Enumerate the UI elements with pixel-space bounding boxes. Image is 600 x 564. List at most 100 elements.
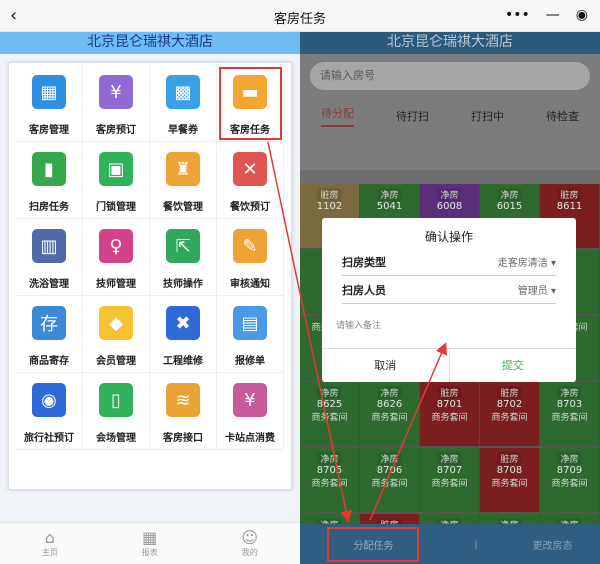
status-tab[interactable]: 待检查 — [546, 108, 579, 124]
venue-icon: ▯ — [99, 383, 133, 417]
room-tile[interactable]: 脏房 8701 商务套间 — [420, 382, 480, 446]
dining-icon: ♜ — [166, 152, 200, 186]
grid-item-label: 审核通知 — [230, 279, 270, 290]
status-tab[interactable]: 待打扫 — [396, 108, 429, 124]
travel-icon: ◉ — [32, 383, 66, 417]
room-number: 5041 — [376, 201, 403, 212]
dialog-buttons: 取消 提交 — [322, 348, 576, 382]
more-icon[interactable]: ••• — [505, 7, 530, 23]
room-type: 商务套间 — [371, 413, 408, 423]
room-type: 商务套间 — [371, 479, 408, 489]
technician-icon: ♀ — [99, 229, 133, 263]
room-number: 8706 — [376, 465, 403, 476]
room-number: 8709 — [556, 465, 583, 476]
cleaner-row[interactable]: 扫房人员 管理员 ▾ — [342, 276, 556, 304]
grid-item-label: 商品寄存 — [29, 356, 69, 367]
room-tile[interactable]: 净房 8625 商务套间 — [300, 382, 360, 446]
room-tile[interactable]: 脏房 8708 商务套间 — [480, 448, 540, 512]
room-search-input[interactable]: 请输入房号 — [310, 62, 590, 90]
grid-item-label: 技师操作 — [163, 279, 203, 290]
grid-item[interactable]: ▣ 门锁管理 — [83, 142, 150, 219]
grid-item[interactable]: ✕ 餐饮预订 — [217, 142, 284, 219]
grid-item[interactable]: ▦ 客房管理 — [16, 65, 83, 142]
grid-item[interactable]: ▮ 扫房任务 — [16, 142, 83, 219]
room-number: 8707 — [436, 465, 463, 476]
room-type: 商务套间 — [491, 413, 528, 423]
close-icon[interactable]: ◉ — [576, 7, 588, 23]
cleaning-icon: ▮ — [32, 152, 66, 186]
grid-item-label: 会场管理 — [96, 433, 136, 444]
grid-item[interactable]: ◉ 旅行社预订 — [16, 373, 83, 450]
remark-input[interactable]: 请输入备注 — [336, 318, 562, 348]
room-row: 净房 8705 商务套间 净房 8706 商务套间 净房 8707 商务套间 脏房 8708 商务套间… — [300, 448, 600, 514]
room-status: 脏房 — [437, 386, 462, 399]
review-icon: ✎ — [233, 229, 267, 263]
action-bar: 分配任务 | 更改房态 — [300, 524, 600, 564]
minimize-icon[interactable]: — — [546, 7, 560, 23]
room-tile[interactable]: 净房 8626 商务套间 — [360, 382, 420, 446]
grid-item[interactable]: ¥ 客房预订 — [83, 65, 150, 142]
grid-item[interactable]: ✖ 工程维修 — [150, 296, 217, 373]
hotel-header-right: 北京昆仑瑞祺大酒店 — [300, 32, 600, 54]
grid-item[interactable]: 存商品寄存 — [16, 296, 83, 373]
member-icon: ◆ — [99, 306, 133, 340]
room-type: 商务套间 — [311, 413, 348, 423]
grid-item[interactable]: ▯ 会场管理 — [83, 373, 150, 450]
room-type: 商务套间 — [431, 479, 468, 489]
grid-item-label: 旅行社预订 — [24, 433, 74, 444]
grid-item-label: 客房管理 — [29, 125, 69, 136]
room-status: 净房 — [317, 386, 342, 399]
function-grid: ▦ 客房管理 ¥ 客房预订 ▩ 早餐券 ▬ 客房任务 ▮ 扫房任务 ▣ 门锁管理 ♜ 餐饮管理 ✕ 餐饮预订 ▥… — [16, 65, 291, 450]
clean-type-row[interactable]: 扫房类型 走客房清洁 ▾ — [342, 248, 556, 276]
action-separator: | — [474, 538, 478, 550]
grid-item[interactable]: ✎ 审核通知 — [217, 219, 284, 296]
grid-item[interactable]: ▥ 洗浴管理 — [16, 219, 83, 296]
room-status: 净房 — [437, 188, 462, 201]
room-status: 净房 — [377, 386, 402, 399]
grid-item[interactable]: ♀ 技师管理 — [83, 219, 150, 296]
clean-type-select[interactable]: 走客房清洁 ▾ — [498, 254, 556, 269]
room-number: 8702 — [496, 399, 523, 410]
room-tile[interactable]: 净房 8705 商务套间 — [300, 448, 360, 512]
nav-item[interactable]: ▦ 报表 — [142, 529, 158, 558]
room-status: 净房 — [437, 452, 462, 465]
nav-item[interactable]: ⌂ 主页 — [42, 529, 58, 558]
grid-item[interactable]: ⇱ 技师操作 — [150, 219, 217, 296]
grid-item[interactable]: ▩ 早餐券 — [150, 65, 217, 142]
status-tab[interactable]: 打扫中 — [471, 108, 504, 124]
title-bar: ‹ 客房任务 ••• — ◉ — [0, 0, 600, 32]
status-tab[interactable]: 待分配 — [321, 105, 354, 127]
grid-item[interactable]: ▤ 报修单 — [217, 296, 284, 373]
room-status: 脏房 — [497, 452, 522, 465]
grid-item[interactable]: ◆ 会员管理 — [83, 296, 150, 373]
card-spend-icon: ¥ — [233, 383, 267, 417]
room-tile[interactable]: 净房 8706 商务套间 — [360, 448, 420, 512]
room-type: 商务套间 — [551, 413, 588, 423]
room-tile[interactable]: 净房 8709 商务套间 — [540, 448, 600, 512]
bed-icon: ▬ — [233, 75, 267, 109]
room-tile[interactable]: 净房 8703 商务套间 — [540, 382, 600, 446]
grid-item[interactable]: ≋ 客房接口 — [150, 373, 217, 450]
room-tile[interactable]: 脏房 8702 商务套间 — [480, 382, 540, 446]
grid-item[interactable]: ♜ 餐饮管理 — [150, 142, 217, 219]
room-status: 脏房 — [497, 386, 522, 399]
cleaner-select[interactable]: 管理员 ▾ — [518, 282, 556, 297]
grid-item[interactable]: ▬ 客房任务 — [217, 65, 284, 142]
nav-item[interactable]: ☺ 我的 — [241, 529, 258, 558]
room-status: 净房 — [557, 452, 582, 465]
confirm-dialog: 确认操作 扫房类型 走客房清洁 ▾ 扫房人员 管理员 ▾ 请输入备注 取消 提交 — [322, 218, 576, 382]
grid-item[interactable]: ¥ 卡站点消费 — [217, 373, 284, 450]
hotel-header: 北京昆仑瑞祺大酒店 — [0, 32, 300, 54]
room-type: 商务套间 — [551, 479, 588, 489]
cancel-button[interactable]: 取消 — [322, 349, 450, 382]
grid-item-label: 客房任务 — [230, 125, 270, 136]
calendar-yen-icon: ¥ — [99, 75, 133, 109]
left-screen: 北京昆仑瑞祺大酒店 ▦ 客房管理 ¥ 客房预订 ▩ 早餐券 ▬ 客房任务 ▮ 扫房任务 ▣ 门锁管理 ♜… — [0, 32, 300, 564]
room-status: 脏房 — [557, 188, 582, 201]
change-status-button[interactable]: 更改房态 — [533, 537, 573, 552]
room-number: 1102 — [316, 201, 343, 212]
assign-task-button[interactable]: 分配任务 — [327, 526, 420, 562]
submit-button[interactable]: 提交 — [450, 349, 577, 382]
building-icon: ▦ — [32, 75, 66, 109]
room-tile[interactable]: 净房 8707 商务套间 — [420, 448, 480, 512]
